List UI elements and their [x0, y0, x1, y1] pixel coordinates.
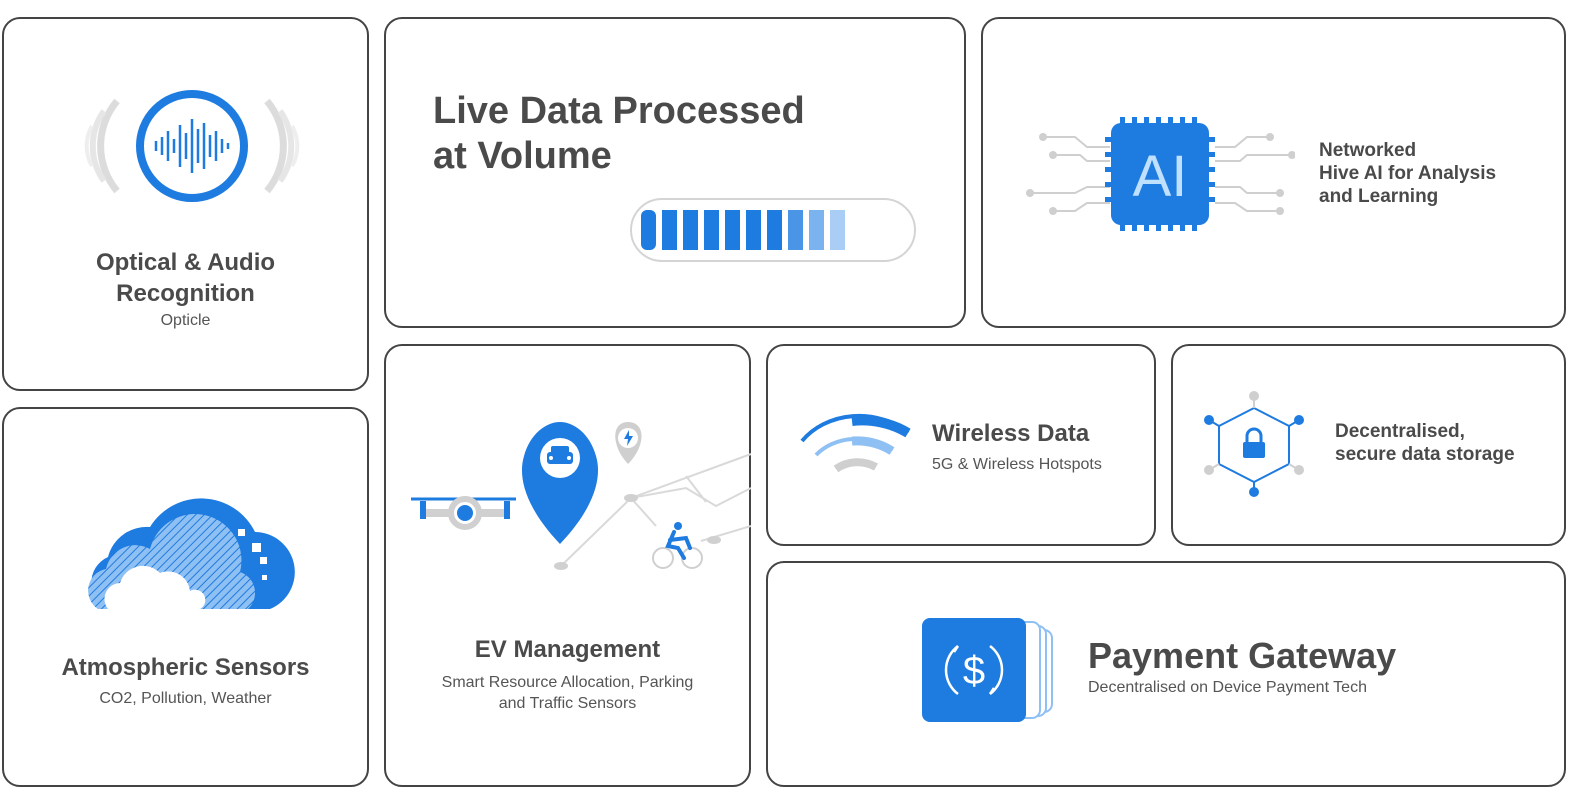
atmospheric-title: Atmospheric Sensors	[61, 654, 310, 681]
live-data-title-line1: Live Data Processed	[433, 90, 805, 132]
map-pin-car-icon	[406, 416, 751, 576]
payment-subtitle: Decentralised on Device Payment Tech	[1088, 679, 1367, 696]
ev-title: EV Management	[474, 636, 661, 663]
dollar-card-icon: $	[920, 616, 1060, 724]
ai-chip-label: AI	[1132, 144, 1188, 209]
progress-bar-icon	[629, 197, 917, 263]
live-data-title-line2: at Volume	[433, 135, 612, 177]
wireless-subtitle: 5G & Wireless Hotspots	[932, 456, 1102, 473]
ev-subtitle-line2: and Traffic Sensors	[498, 695, 637, 712]
sound-wave-icon	[82, 81, 302, 211]
ai-text-line1: Networked	[1319, 140, 1417, 161]
card-wireless: Wireless Data 5G & Wireless Hotspots	[766, 344, 1156, 546]
card-live-data: Live Data Processed at Volume	[384, 17, 966, 328]
storage-text-line1: Decentralised,	[1335, 421, 1465, 442]
wifi-icon	[796, 411, 916, 481]
storage-text-line2: secure data storage	[1335, 444, 1515, 465]
optical-title-line1: Optical & Audio	[95, 249, 276, 276]
card-atmospheric: Atmospheric Sensors CO2, Pollution, Weat…	[2, 407, 369, 787]
optical-subtitle: Opticle	[160, 312, 211, 329]
optical-title-line2: Recognition	[116, 280, 255, 307]
payment-title: Payment Gateway	[1088, 635, 1397, 676]
wireless-title: Wireless Data	[932, 420, 1090, 447]
card-payment: $ Payment Gateway Decentralised on Devic…	[766, 561, 1566, 787]
ev-subtitle-line1: Smart Resource Allocation, Parking	[441, 674, 694, 691]
card-optical-audio: Optical & Audio Recognition Opticle	[2, 17, 369, 391]
cloud-icon	[80, 477, 300, 617]
ai-text-line2: Hive AI for Analysis	[1319, 163, 1497, 184]
card-ai: AI Networked Hive AI for Analysis and Le…	[981, 17, 1566, 328]
card-storage: Decentralised, secure data storage	[1171, 344, 1566, 546]
lock-network-icon	[1199, 390, 1309, 500]
card-ev: EV Management Smart Resource Allocation,…	[384, 344, 751, 787]
atmospheric-subtitle: CO2, Pollution, Weather	[99, 690, 272, 707]
ai-text-line3: and Learning	[1319, 186, 1439, 207]
svg-text:$: $	[963, 649, 985, 693]
